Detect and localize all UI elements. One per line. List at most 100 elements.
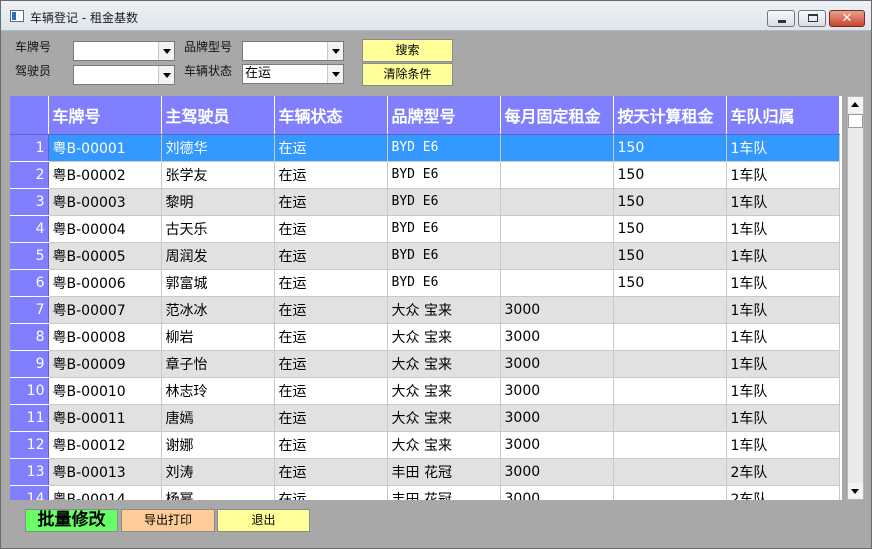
cell-team[interactable]: 1车队 xyxy=(726,404,840,432)
cell-daily-rent[interactable] xyxy=(613,377,727,405)
cell-status[interactable]: 在运 xyxy=(274,458,388,486)
cell-driver[interactable]: 刘德华 xyxy=(161,134,275,162)
table-row[interactable]: 12 粤B-00012 谢娜 在运 大众 宝来 3000 1车队 xyxy=(10,431,840,459)
cell-status[interactable]: 在运 xyxy=(274,431,388,459)
cell-plate[interactable]: 粤B-00012 xyxy=(48,431,162,459)
cell-monthly-rent[interactable] xyxy=(500,161,614,189)
row-number[interactable]: 14 xyxy=(10,485,49,500)
cell-plate[interactable]: 粤B-00014 xyxy=(48,485,162,500)
cell-monthly-rent[interactable]: 3000 xyxy=(500,323,614,351)
cell-driver[interactable]: 黎明 xyxy=(161,188,275,216)
cell-brand[interactable]: BYD E6 xyxy=(387,134,501,162)
cell-driver[interactable]: 古天乐 xyxy=(161,215,275,243)
cell-plate[interactable]: 粤B-00010 xyxy=(48,377,162,405)
cell-status[interactable]: 在运 xyxy=(274,134,388,162)
brand-combo[interactable] xyxy=(242,41,344,61)
cell-daily-rent[interactable] xyxy=(613,458,727,486)
cell-team[interactable]: 1车队 xyxy=(726,350,840,378)
cell-brand[interactable]: BYD E6 xyxy=(387,161,501,189)
cell-status[interactable]: 在运 xyxy=(274,269,388,297)
cell-daily-rent[interactable]: 150 xyxy=(613,215,727,243)
chevron-down-icon[interactable] xyxy=(327,42,343,60)
cell-brand[interactable]: 大众 宝来 xyxy=(387,377,501,405)
cell-plate[interactable]: 粤B-00005 xyxy=(48,242,162,270)
column-header-driver[interactable]: 主驾驶员 xyxy=(161,96,275,135)
cell-daily-rent[interactable]: 150 xyxy=(613,242,727,270)
cell-monthly-rent[interactable]: 3000 xyxy=(500,377,614,405)
cell-team[interactable]: 1车队 xyxy=(726,431,840,459)
cell-plate[interactable]: 粤B-00013 xyxy=(48,458,162,486)
cell-driver[interactable]: 张学友 xyxy=(161,161,275,189)
scroll-down-icon[interactable] xyxy=(848,483,863,499)
cell-daily-rent[interactable] xyxy=(613,485,727,500)
cell-daily-rent[interactable]: 150 xyxy=(613,269,727,297)
cell-status[interactable]: 在运 xyxy=(274,242,388,270)
table-row[interactable]: 13 粤B-00013 刘涛 在运 丰田 花冠 3000 2车队 xyxy=(10,458,840,486)
cell-brand[interactable]: 大众 宝来 xyxy=(387,296,501,324)
cell-driver[interactable]: 郭富城 xyxy=(161,269,275,297)
row-number[interactable]: 11 xyxy=(10,404,49,432)
column-header-team[interactable]: 车队归属 xyxy=(726,96,840,135)
cell-monthly-rent[interactable] xyxy=(500,188,614,216)
table-row[interactable]: 7 粤B-00007 范冰冰 在运 大众 宝来 3000 1车队 xyxy=(10,296,840,324)
table-row[interactable]: 5 粤B-00005 周润发 在运 BYD E6 150 1车队 xyxy=(10,242,840,270)
cell-team[interactable]: 1车队 xyxy=(726,296,840,324)
cell-team[interactable]: 1车队 xyxy=(726,242,840,270)
plate-combo[interactable] xyxy=(73,41,175,61)
cell-monthly-rent[interactable] xyxy=(500,215,614,243)
cell-monthly-rent[interactable] xyxy=(500,134,614,162)
row-number[interactable]: 5 xyxy=(10,242,49,270)
cell-team[interactable]: 1车队 xyxy=(726,161,840,189)
cell-driver[interactable]: 杨幂 xyxy=(161,485,275,500)
cell-status[interactable]: 在运 xyxy=(274,215,388,243)
cell-plate[interactable]: 粤B-00003 xyxy=(48,188,162,216)
cell-plate[interactable]: 粤B-00011 xyxy=(48,404,162,432)
cell-brand[interactable]: 大众 宝来 xyxy=(387,431,501,459)
cell-brand[interactable]: BYD E6 xyxy=(387,242,501,270)
cell-daily-rent[interactable]: 150 xyxy=(613,134,727,162)
table-row[interactable]: 14 粤B-00014 杨幂 在运 丰田 花冠 3000 2车队 xyxy=(10,485,840,500)
maximize-button[interactable] xyxy=(798,10,826,27)
cell-monthly-rent[interactable]: 3000 xyxy=(500,350,614,378)
cell-status[interactable]: 在运 xyxy=(274,350,388,378)
table-row[interactable]: 6 粤B-00006 郭富城 在运 BYD E6 150 1车队 xyxy=(10,269,840,297)
cell-monthly-rent[interactable] xyxy=(500,242,614,270)
chevron-down-icon[interactable] xyxy=(158,42,174,60)
cell-plate[interactable]: 粤B-00006 xyxy=(48,269,162,297)
search-button[interactable]: 搜索 xyxy=(362,39,453,62)
row-number[interactable]: 3 xyxy=(10,188,49,216)
cell-status[interactable]: 在运 xyxy=(274,188,388,216)
minimize-button[interactable] xyxy=(767,10,795,27)
cell-daily-rent[interactable] xyxy=(613,404,727,432)
table-row[interactable]: 9 粤B-00009 章子怡 在运 大众 宝来 3000 1车队 xyxy=(10,350,840,378)
table-row[interactable]: 4 粤B-00004 古天乐 在运 BYD E6 150 1车队 xyxy=(10,215,840,243)
cell-monthly-rent[interactable]: 3000 xyxy=(500,431,614,459)
chevron-down-icon[interactable] xyxy=(327,65,343,83)
table-row[interactable]: 2 粤B-00002 张学友 在运 BYD E6 150 1车队 xyxy=(10,161,840,189)
cell-daily-rent[interactable]: 150 xyxy=(613,188,727,216)
cell-team[interactable]: 2车队 xyxy=(726,458,840,486)
cell-driver[interactable]: 刘涛 xyxy=(161,458,275,486)
cell-brand[interactable]: BYD E6 xyxy=(387,215,501,243)
row-number[interactable]: 8 xyxy=(10,323,49,351)
cell-team[interactable]: 1车队 xyxy=(726,215,840,243)
row-number[interactable]: 4 xyxy=(10,215,49,243)
row-number[interactable]: 10 xyxy=(10,377,49,405)
cell-driver[interactable]: 范冰冰 xyxy=(161,296,275,324)
vertical-scrollbar[interactable] xyxy=(847,96,864,500)
cell-plate[interactable]: 粤B-00008 xyxy=(48,323,162,351)
table-row[interactable]: 3 粤B-00003 黎明 在运 BYD E6 150 1车队 xyxy=(10,188,840,216)
row-number[interactable]: 7 xyxy=(10,296,49,324)
column-header-brand[interactable]: 品牌型号 xyxy=(387,96,501,135)
table-row[interactable]: 1 粤B-00001 刘德华 在运 BYD E6 150 1车队 xyxy=(10,134,840,162)
cell-monthly-rent[interactable]: 3000 xyxy=(500,404,614,432)
cell-daily-rent[interactable]: 150 xyxy=(613,161,727,189)
cell-brand[interactable]: 丰田 花冠 xyxy=(387,485,501,500)
cell-driver[interactable]: 林志玲 xyxy=(161,377,275,405)
column-header-status[interactable]: 车辆状态 xyxy=(274,96,388,135)
cell-plate[interactable]: 粤B-00002 xyxy=(48,161,162,189)
cell-plate[interactable]: 粤B-00004 xyxy=(48,215,162,243)
scroll-up-icon[interactable] xyxy=(848,97,863,113)
cell-driver[interactable]: 周润发 xyxy=(161,242,275,270)
cell-status[interactable]: 在运 xyxy=(274,323,388,351)
